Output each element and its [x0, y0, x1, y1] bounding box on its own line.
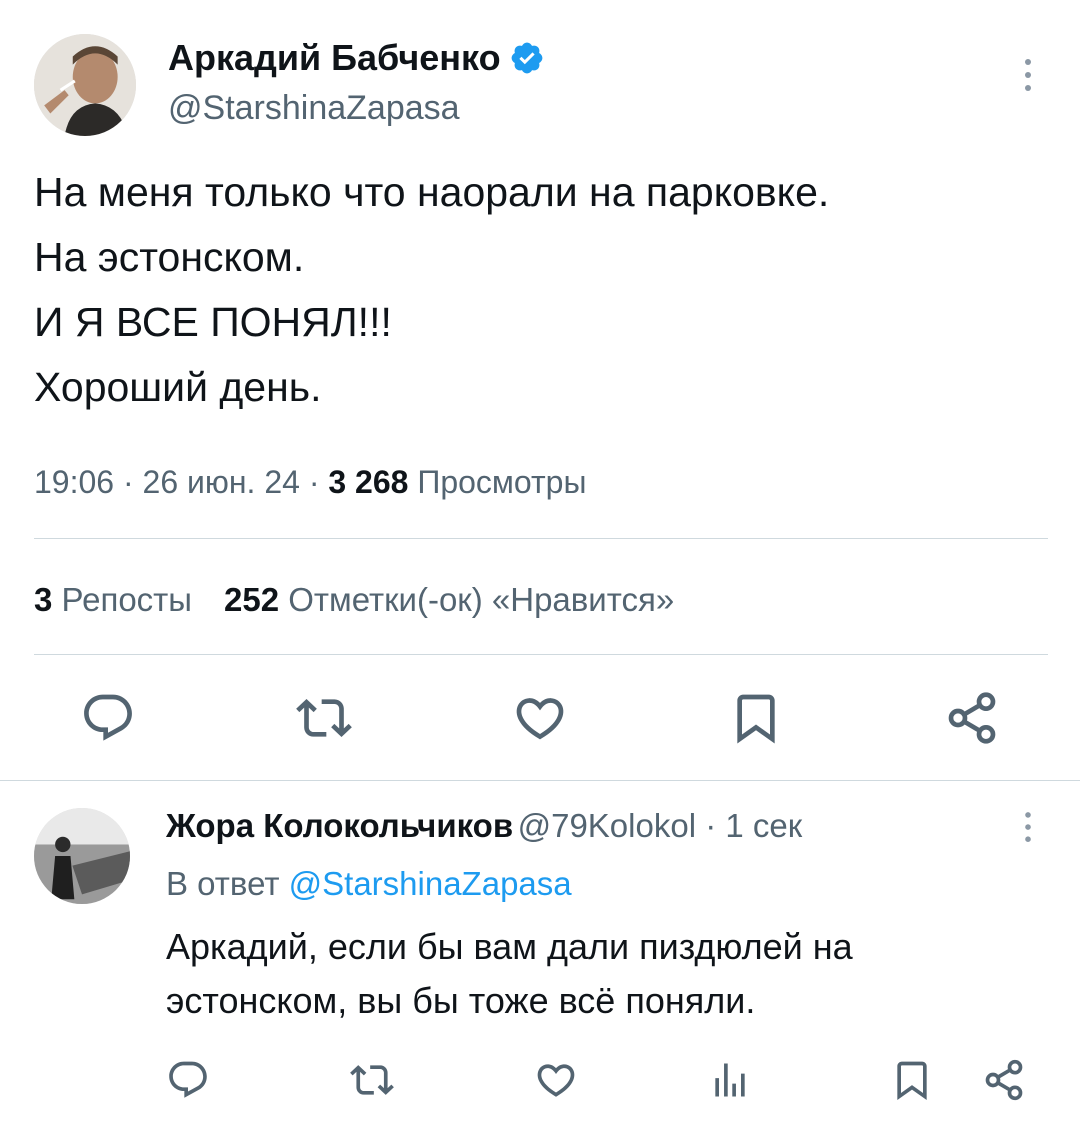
likes-count: 252 — [224, 581, 280, 618]
reply-time[interactable]: 1 сек — [725, 807, 802, 844]
engagement-stats: 3 Репосты 252 Отметки(-ок) «Нравится» — [34, 580, 674, 620]
reply-to-handle-link[interactable]: @StarshinaZapasa — [289, 865, 572, 902]
tweet-text: На меня только что наорали на парковке. … — [34, 160, 829, 420]
reply-author-handle[interactable]: @79Kolokol — [518, 807, 696, 844]
tweet-date[interactable]: 26 июн. 24 — [143, 464, 300, 500]
meta-separator: · — [299, 464, 329, 500]
author-avatar[interactable] — [34, 34, 136, 136]
reply-author-avatar[interactable] — [34, 808, 130, 904]
author-avatar-image — [34, 34, 136, 136]
reply-icon[interactable] — [80, 690, 136, 746]
bookmark-icon[interactable] — [890, 1058, 934, 1102]
reply-text: Аркадий, если бы вам дали пиздюлей на эс… — [166, 920, 853, 1028]
share-icon[interactable] — [982, 1058, 1026, 1102]
more-options-icon[interactable] — [1010, 800, 1046, 856]
reply-to-prefix: В ответ — [166, 865, 280, 902]
more-options-icon[interactable] — [1008, 46, 1048, 106]
views-label: Просмотры — [417, 464, 587, 500]
reposts-count: 3 — [34, 581, 53, 618]
author-handle[interactable]: @StarshinaZapasa — [168, 88, 460, 128]
share-icon[interactable] — [944, 690, 1000, 746]
tweet-text-line: На меня только что наорали на парковке. — [34, 169, 830, 215]
repost-icon[interactable] — [296, 690, 352, 746]
divider — [0, 780, 1080, 781]
likes-label: Отметки(-ок) «Нравится» — [288, 581, 675, 618]
reply-text-line: Аркадий, если бы вам дали пиздюлей на — [166, 926, 853, 967]
bookmark-icon[interactable] — [728, 690, 784, 746]
views-icon[interactable] — [708, 1058, 752, 1102]
repost-icon[interactable] — [350, 1058, 394, 1102]
views-count: 3 268 — [328, 464, 409, 500]
reply-to-line: В ответ @StarshinaZapasa — [166, 864, 572, 904]
tweet-text-line: И Я ВСЕ ПОНЯЛ!!! — [34, 299, 392, 345]
tweet-text-line: На эстонском. — [34, 234, 305, 280]
reply-text-line: эстонском, вы бы тоже всё поняли. — [166, 980, 756, 1021]
reposts-stat[interactable]: 3 Репосты — [34, 581, 192, 618]
like-icon[interactable] — [512, 690, 568, 746]
reply-avatar-image — [34, 808, 130, 904]
tweet-time[interactable]: 19:06 — [34, 464, 114, 500]
verified-badge-icon — [509, 40, 545, 76]
meta-separator: · — [114, 464, 143, 500]
divider — [34, 654, 1048, 655]
reply-header: Жора Колокольчиков @79Kolokol · 1 сек — [166, 806, 802, 846]
tweet-meta: 19:06 · 26 июн. 24 · 3 268 Просмотры — [34, 462, 586, 502]
reply-author-name[interactable]: Жора Колокольчиков — [166, 807, 513, 844]
like-icon[interactable] — [534, 1058, 578, 1102]
reply-icon[interactable] — [166, 1058, 210, 1102]
reposts-label: Репосты — [61, 581, 193, 618]
author-name[interactable]: Аркадий Бабченко — [168, 37, 501, 78]
likes-stat[interactable]: 252 Отметки(-ок) «Нравится» — [224, 581, 674, 618]
divider — [34, 538, 1048, 539]
tweet-text-line: Хороший день. — [34, 364, 322, 410]
meta-separator: · — [696, 807, 726, 844]
author-name-row[interactable]: Аркадий Бабченко — [168, 38, 545, 78]
